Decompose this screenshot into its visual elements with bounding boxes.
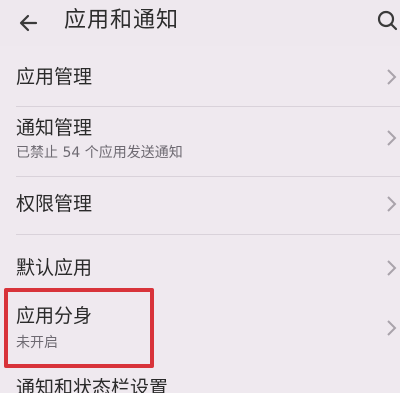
item-label: 通知管理 <box>16 117 93 139</box>
item-label: 应用管理 <box>16 66 93 88</box>
chevron-right-icon <box>387 69 397 85</box>
divider <box>16 234 400 235</box>
chevron-right-icon <box>387 320 397 336</box>
list-item-notification-management[interactable]: 通知管理 已禁止 54 个应用发送通知 <box>0 108 400 172</box>
chevron-right-icon <box>387 196 397 212</box>
list-item-app-management[interactable]: 应用管理 <box>0 52 400 102</box>
item-subtitle: 已禁止 54 个应用发送通知 <box>16 145 183 161</box>
item-label: 权限管理 <box>16 193 93 215</box>
app-bar: 应用和通知 <box>0 0 400 46</box>
chevron-right-icon <box>387 260 397 276</box>
item-label: 默认应用 <box>16 257 93 279</box>
chevron-right-icon <box>387 130 397 146</box>
arrow-left-icon[interactable] <box>14 8 44 38</box>
divider <box>16 106 400 107</box>
page-title: 应用和通知 <box>64 8 180 33</box>
list-item-default-apps[interactable]: 默认应用 <box>0 236 400 292</box>
divider <box>16 176 400 177</box>
search-icon[interactable] <box>374 6 400 36</box>
highlight-box <box>4 288 154 368</box>
list-item-notification-statusbar-settings[interactable]: 通知和状态栏设置 <box>16 376 168 393</box>
list-item-permission-management[interactable]: 权限管理 <box>0 178 400 230</box>
